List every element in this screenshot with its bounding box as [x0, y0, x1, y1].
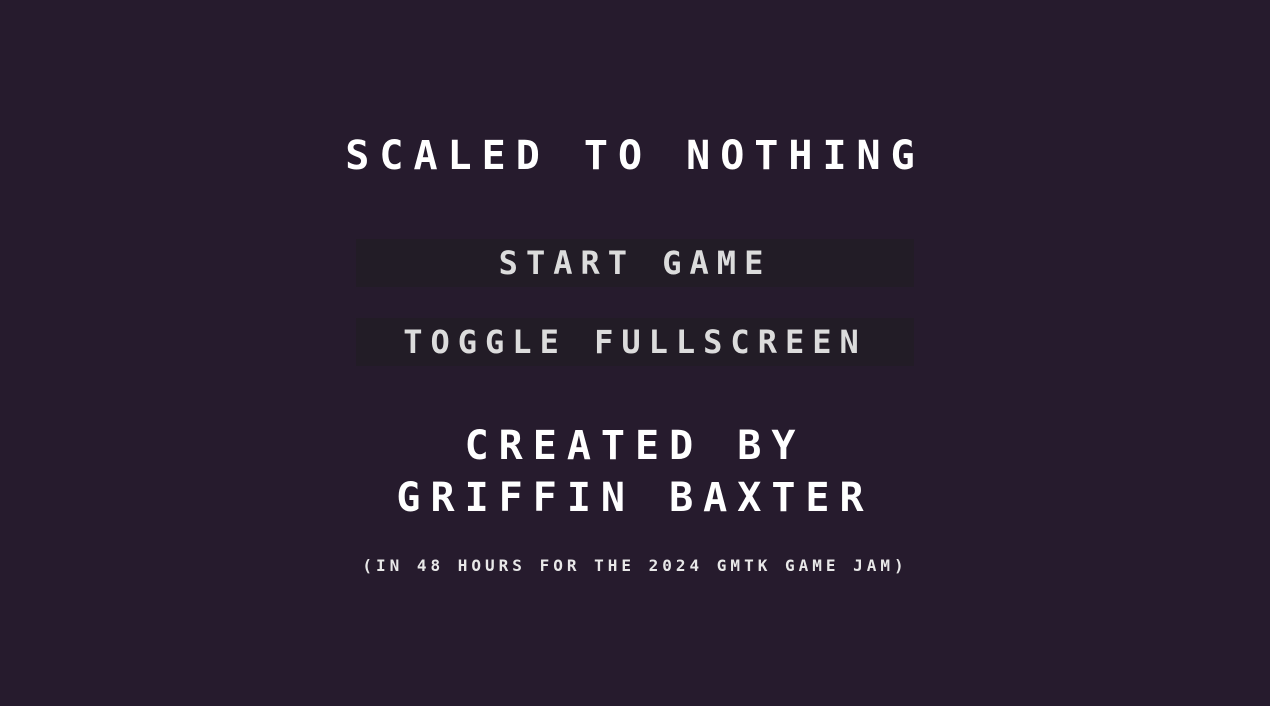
start-game-button[interactable]: START GAME: [356, 239, 914, 287]
game-title: SCALED TO NOTHING: [345, 133, 925, 179]
credits-line-1: CREATED BY: [464, 423, 806, 469]
toggle-fullscreen-button[interactable]: TOGGLE FULLSCREEN: [356, 318, 914, 366]
credits-line-2: GRIFFIN BAXTER: [396, 475, 874, 521]
credits: CREATED BY GRIFFIN BAXTER: [0, 420, 1270, 524]
game-jam-note: (IN 48 HOURS FOR THE 2024 GMTK GAME JAM): [362, 556, 908, 575]
title-screen: SCALED TO NOTHING START GAME TOGGLE FULL…: [0, 0, 1270, 706]
